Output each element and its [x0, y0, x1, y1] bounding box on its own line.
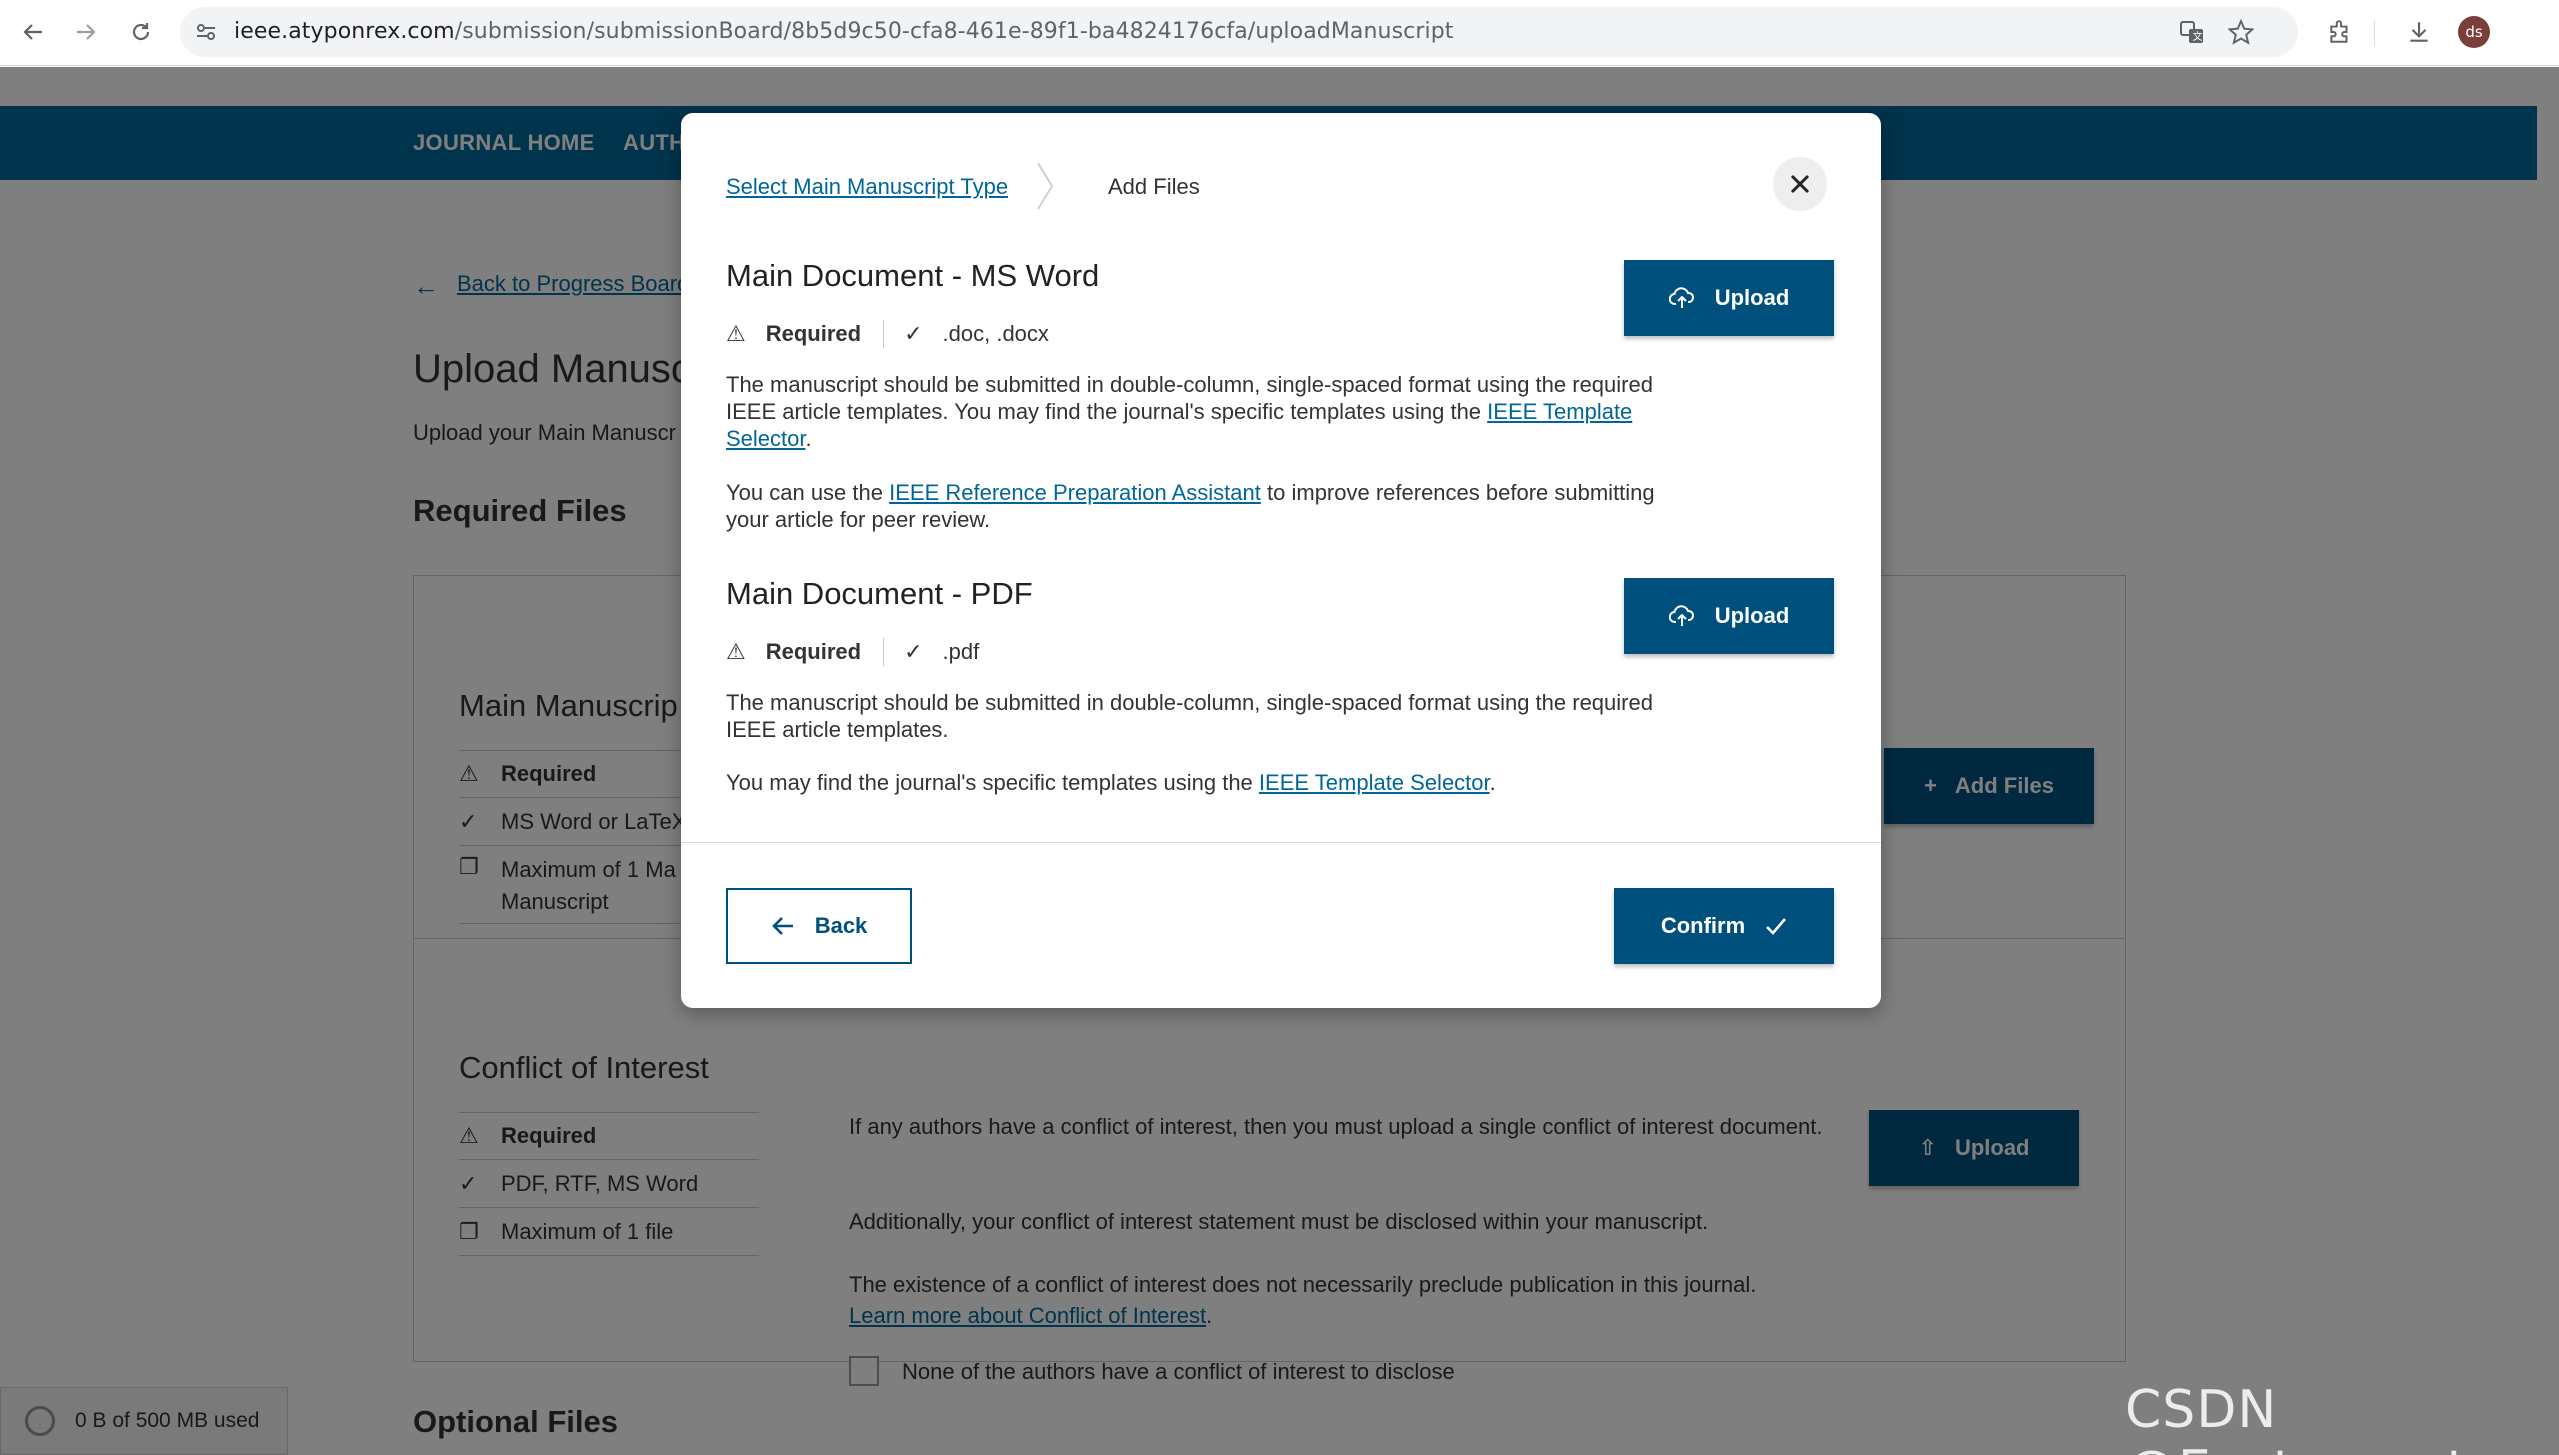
address-bar[interactable]: ieee.atyponrex.com/submission/submission…: [180, 7, 2298, 57]
pdf-document-title: Main Document - PDF: [726, 576, 1033, 611]
warning-icon: ⚠: [726, 639, 746, 664]
check-icon: [1766, 918, 1787, 935]
add-files-modal: Select Main Manuscript Type Add Files Ma…: [681, 113, 1881, 1008]
url-text: ieee.atyponrex.com/submission/submission…: [234, 19, 1454, 44]
reference-note-before: You can use the: [726, 480, 883, 505]
breadcrumb-select-type[interactable]: Select Main Manuscript Type: [726, 174, 1008, 200]
toolbar-divider: [2374, 20, 2375, 46]
url-path: /submission/submissionBoard/8b5d9c50-cfa…: [454, 19, 1454, 44]
upload-label: Upload: [1714, 603, 1790, 628]
profile-avatar[interactable]: ds: [2458, 16, 2490, 48]
reference-assistant-link[interactable]: IEEE Reference Preparation Assistant: [889, 480, 1261, 505]
pdf-template-note-text: You may find the journal's specific temp…: [726, 770, 1253, 795]
left-arrow-icon: [771, 917, 793, 935]
breadcrumb-chevron-icon: [1037, 162, 1054, 210]
back-label: Back: [814, 913, 868, 938]
close-icon[interactable]: [1773, 157, 1827, 211]
word-formats: .doc, .docx: [942, 321, 1049, 346]
check-icon: ✓: [904, 321, 923, 346]
pdf-description: The manuscript should be submitted in do…: [726, 690, 1653, 742]
separator: [883, 320, 885, 348]
required-label: Required: [765, 321, 862, 346]
word-requirements: ⚠ Required ✓ .doc, .docx: [726, 319, 1049, 349]
bookmark-star-icon[interactable]: [2226, 17, 2256, 47]
translate-icon[interactable]: 文: [2177, 17, 2207, 47]
browser-toolbar: ieee.atyponrex.com/submission/submission…: [0, 0, 2559, 66]
site-settings-icon[interactable]: [194, 20, 218, 44]
warning-icon: ⚠: [726, 321, 746, 346]
confirm-label: Confirm: [1660, 913, 1746, 938]
ieee-template-selector-link[interactable]: IEEE Template Selector: [1259, 770, 1490, 795]
svg-text:文: 文: [2193, 30, 2203, 43]
download-icon[interactable]: [2401, 14, 2437, 50]
url-host: ieee.atyponrex.com: [234, 19, 455, 44]
word-upload-button[interactable]: Upload: [1624, 260, 1834, 336]
pdf-template-note: You may find the journal's specific temp…: [726, 770, 1496, 795]
confirm-button[interactable]: Confirm: [1614, 888, 1834, 964]
check-icon: ✓: [904, 639, 923, 664]
reload-icon[interactable]: [123, 14, 159, 50]
forward-arrow-icon[interactable]: [68, 14, 104, 50]
breadcrumb-add-files: Add Files: [1108, 174, 1200, 199]
back-arrow-icon[interactable]: [15, 14, 51, 50]
modal-footer-divider: [681, 842, 1881, 843]
word-document-title: Main Document - MS Word: [726, 258, 1100, 293]
cloud-upload-icon: [1668, 287, 1694, 308]
modal-back-button[interactable]: Back: [726, 888, 912, 964]
word-reference-note: You can use the IEEE Reference Preparati…: [726, 479, 1656, 533]
word-description: The manuscript should be submitted in do…: [726, 372, 1653, 451]
pdf-requirements: ⚠ Required ✓ .pdf: [726, 637, 979, 667]
upload-label: Upload: [1714, 285, 1790, 310]
pdf-formats: .pdf: [942, 639, 980, 664]
separator: [883, 638, 885, 666]
cloud-upload-icon: [1668, 605, 1694, 626]
required-label: Required: [765, 639, 862, 664]
pdf-upload-button[interactable]: Upload: [1624, 578, 1834, 654]
csdn-watermark: CSDN @Eastmount: [2125, 1380, 2467, 1455]
extensions-icon[interactable]: [2322, 14, 2358, 50]
